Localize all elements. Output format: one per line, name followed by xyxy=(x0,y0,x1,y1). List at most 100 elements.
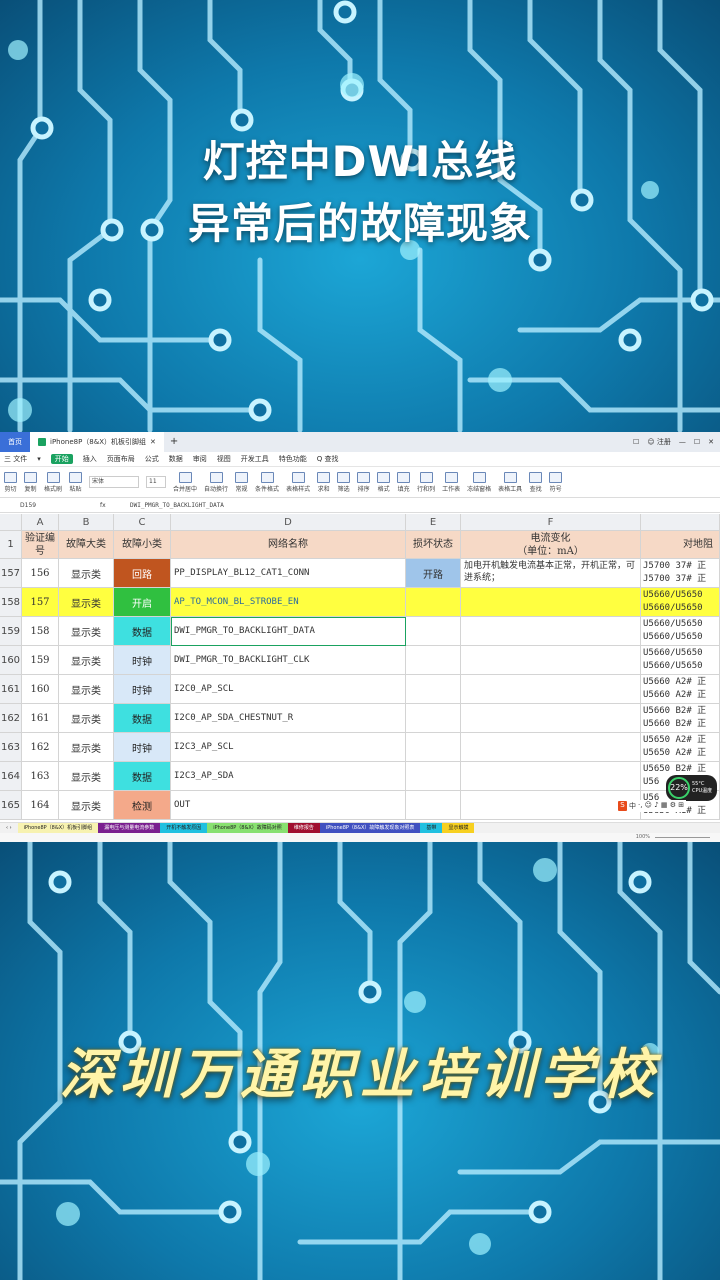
cell-damage-state[interactable] xyxy=(406,733,461,762)
column-header-a[interactable]: A xyxy=(22,514,59,531)
cell-current-change[interactable] xyxy=(461,617,641,646)
cell-current-change[interactable] xyxy=(461,675,641,704)
cell-reference-box[interactable]: D159 xyxy=(0,502,100,509)
formula-input[interactable]: DWI_PMGR_TO_BACKLIGHT_DATA xyxy=(130,502,224,509)
cell-fault-subtype[interactable]: 数据 xyxy=(114,762,171,791)
ribbon-button-14[interactable]: 格式 xyxy=(377,471,391,493)
select-all-corner[interactable] xyxy=(0,514,22,531)
cell-ground-resistance[interactable]: U5660/U5650 U5660/U5650 xyxy=(641,646,720,675)
ime-toolbar[interactable]: S 中 ·, ☺ ♪ ▦ ⚙ ⊞ xyxy=(616,800,687,812)
menu-item-6[interactable]: 数据 xyxy=(169,454,183,464)
ribbon-button-4[interactable]: 宋体 xyxy=(89,476,140,488)
ribbon-button-5[interactable]: 11 xyxy=(146,476,167,488)
window-control-2[interactable]: — xyxy=(679,432,686,452)
header-cell-f[interactable]: 电流变化 （单位：mA） xyxy=(461,531,641,559)
cell-verify-id[interactable]: 161 xyxy=(22,704,59,733)
row-header[interactable]: 160 xyxy=(0,646,22,675)
ribbon-button-17[interactable]: 工作表 xyxy=(442,471,460,493)
row-header[interactable]: 164 xyxy=(0,762,22,791)
row-header[interactable]: 163 xyxy=(0,733,22,762)
cell-damage-state[interactable] xyxy=(406,588,461,617)
tab-document[interactable]: iPhone8P（8&X）机板引脚组 ✕ xyxy=(30,432,164,452)
cell-ground-resistance[interactable]: J5700 37# 正 J5700 37# 正 xyxy=(641,559,720,588)
cell-verify-id[interactable]: 163 xyxy=(22,762,59,791)
cell-fault-category[interactable]: 显示类 xyxy=(59,559,114,588)
ribbon-button-18[interactable]: 冻结窗格 xyxy=(467,471,491,493)
ribbon-button-9[interactable]: 条件格式 xyxy=(255,471,279,493)
cell-fault-subtype[interactable]: 时钟 xyxy=(114,733,171,762)
cell-ground-resistance[interactable]: U5660 A2# 正 U5660 A2# 正 xyxy=(641,675,720,704)
cell-current-change[interactable] xyxy=(461,704,641,733)
header-cell-c[interactable]: 故障小类 xyxy=(114,531,171,559)
cell-damage-state[interactable] xyxy=(406,675,461,704)
cell-damage-state[interactable] xyxy=(406,646,461,675)
ribbon-button-19[interactable]: 表格工具 xyxy=(498,471,522,493)
ribbon-button-1[interactable]: 复制 xyxy=(24,471,37,493)
cell-fault-category[interactable]: 显示类 xyxy=(59,588,114,617)
cell-ground-resistance[interactable]: U5660/U5650 U5660/U5650 xyxy=(641,588,720,617)
cell-damage-state[interactable] xyxy=(406,762,461,791)
cell-damage-state[interactable] xyxy=(406,704,461,733)
ribbon-button-7[interactable]: 自动换行 xyxy=(204,471,228,493)
menu-item-2[interactable]: 开始 xyxy=(50,454,73,464)
ribbon-button-11[interactable]: 求和 xyxy=(317,471,331,493)
cell-verify-id[interactable]: 158 xyxy=(22,617,59,646)
cell-verify-id[interactable]: 156 xyxy=(22,559,59,588)
ribbon-button-6[interactable]: 合并居中 xyxy=(173,471,197,493)
menu-item-9[interactable]: 开发工具 xyxy=(241,454,269,464)
menu-item-8[interactable]: 视图 xyxy=(217,454,231,464)
cell-net-name[interactable]: AP_TO_MCON_BL_STROBE_EN xyxy=(171,588,406,617)
cell-current-change[interactable] xyxy=(461,588,641,617)
cell-fault-category[interactable]: 显示类 xyxy=(59,762,114,791)
cell-current-change[interactable]: 加电开机触发电流基本正常，开机正常，可进系统； xyxy=(461,559,641,588)
menu-item-11[interactable]: Q 查找 xyxy=(317,454,339,464)
menu-item-3[interactable]: 插入 xyxy=(83,454,97,464)
cell-current-change[interactable] xyxy=(461,646,641,675)
cell-net-name[interactable]: OUT xyxy=(171,791,406,820)
cell-damage-state[interactable] xyxy=(406,791,461,820)
header-cell-d[interactable]: 网络名称 xyxy=(171,531,406,559)
cell-ground-resistance[interactable]: U5650 A2# 正 U5650 A2# 正 xyxy=(641,733,720,762)
cell-verify-id[interactable]: 160 xyxy=(22,675,59,704)
cell-current-change[interactable] xyxy=(461,733,641,762)
font-name-select[interactable]: 宋体 xyxy=(89,476,140,488)
cell-net-name[interactable]: I2C3_AP_SDA xyxy=(171,762,406,791)
zoom-slider[interactable] xyxy=(655,837,710,838)
column-header-b[interactable]: B xyxy=(59,514,114,531)
cell-ground-resistance[interactable]: U5660/U5650 U5660/U5650 xyxy=(641,617,720,646)
column-header-e[interactable]: E xyxy=(406,514,461,531)
cell-verify-id[interactable]: 159 xyxy=(22,646,59,675)
cell-verify-id[interactable]: 157 xyxy=(22,588,59,617)
cell-fault-category[interactable]: 显示类 xyxy=(59,733,114,762)
zoom-level[interactable]: 100% xyxy=(636,833,650,842)
ribbon-button-0[interactable]: 剪切 xyxy=(4,471,17,493)
cell-net-name[interactable]: PP_DISPLAY_BL12_CAT1_CONN xyxy=(171,559,406,588)
menu-item-10[interactable]: 特色功能 xyxy=(279,454,307,464)
window-control-3[interactable]: ☐ xyxy=(694,432,700,452)
row-header[interactable]: 159 xyxy=(0,617,22,646)
window-control-0[interactable]: ☐ xyxy=(633,432,639,452)
fx-icon[interactable]: fx xyxy=(100,502,130,509)
cpu-monitor-badge[interactable]: 22% 55°C CPU温度 xyxy=(666,775,718,801)
ribbon-button-3[interactable]: 粘贴 xyxy=(69,471,83,493)
column-header-d[interactable]: D xyxy=(171,514,406,531)
cell-fault-subtype[interactable]: 数据 xyxy=(114,617,171,646)
ribbon-button-13[interactable]: 排序 xyxy=(357,471,371,493)
cell-verify-id[interactable]: 162 xyxy=(22,733,59,762)
column-header-f[interactable]: F xyxy=(461,514,641,531)
column-header-c[interactable]: C xyxy=(114,514,171,531)
cell-net-name[interactable]: I2C0_AP_SCL xyxy=(171,675,406,704)
cell-damage-state[interactable]: 开路 xyxy=(406,559,461,588)
new-tab-button[interactable]: + xyxy=(164,432,184,452)
cell-fault-category[interactable]: 显示类 xyxy=(59,704,114,733)
header-cell-g[interactable]: 对地阻 xyxy=(641,531,720,559)
ribbon-button-12[interactable]: 筛选 xyxy=(337,471,351,493)
header-cell-a[interactable]: 验证编号 xyxy=(22,531,59,559)
row-header[interactable]: 165 xyxy=(0,791,22,820)
menu-item-7[interactable]: 审阅 xyxy=(193,454,207,464)
cell-fault-category[interactable]: 显示类 xyxy=(59,617,114,646)
ribbon-button-2[interactable]: 格式刷 xyxy=(44,471,62,493)
ribbon-button-8[interactable]: 常规 xyxy=(235,471,249,493)
ribbon-button-15[interactable]: 填充 xyxy=(397,471,411,493)
cell-fault-category[interactable]: 显示类 xyxy=(59,675,114,704)
